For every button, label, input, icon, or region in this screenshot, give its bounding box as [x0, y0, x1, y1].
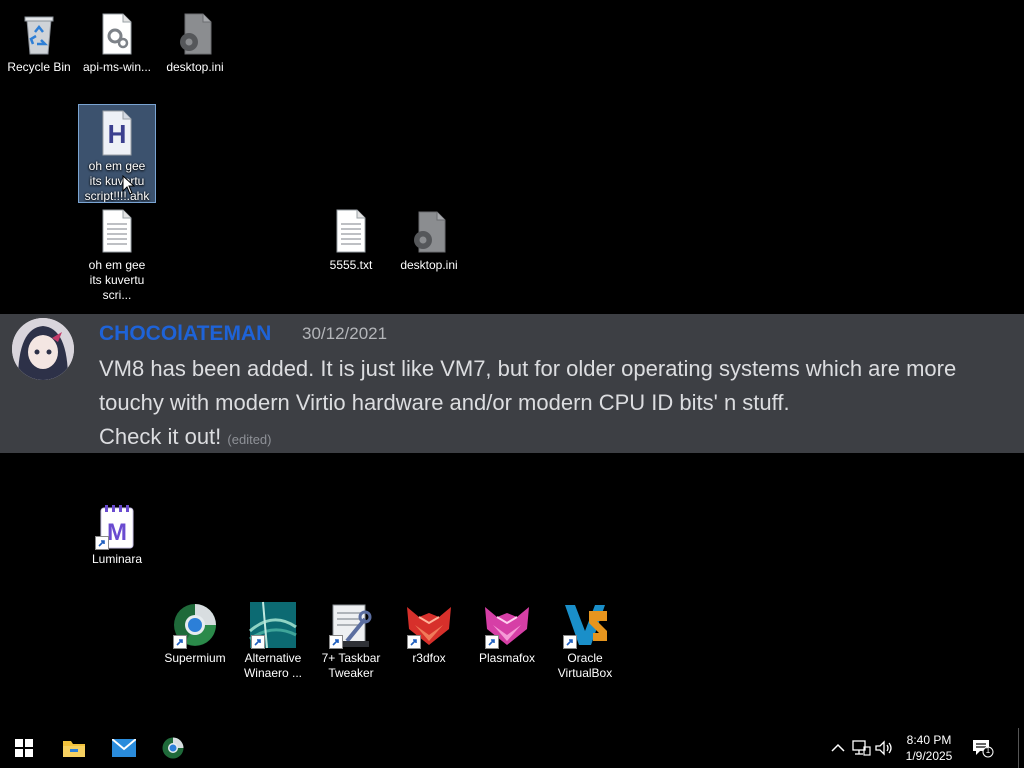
desktop-icon-r3dfox[interactable]: r3dfox [391, 597, 467, 666]
luminara-app-icon: M [93, 502, 141, 550]
edited-tag: (edited) [227, 432, 272, 447]
shortcut-arrow-icon [485, 635, 499, 649]
plasmafox-browser-icon [483, 601, 531, 649]
desktop-icon-5555-txt[interactable]: 5555.txt [313, 204, 389, 273]
desktop-icon-desktop-ini-1[interactable]: desktop.ini [157, 6, 233, 75]
desktop-ini-label: desktop.ini [166, 60, 224, 74]
action-center-button[interactable]: 1 [972, 738, 994, 758]
7-taskbar-tweaker-label: 7+ Taskbar Tweaker [321, 651, 381, 680]
svg-text:H: H [108, 119, 127, 149]
recycle-bin-label: Recycle Bin [7, 60, 71, 74]
message-body: VM8 has been added. It is just like VM7,… [99, 352, 1011, 457]
avatar [12, 318, 74, 380]
taskbar: 8:40 PM 1/9/2025 1 [0, 728, 1024, 768]
autohotkey-file-icon: H [93, 109, 141, 157]
desktop-ini-label: desktop.ini [400, 258, 458, 272]
shortcut-arrow-icon [173, 635, 187, 649]
shortcut-arrow-icon [95, 536, 109, 550]
system-file-icon [93, 10, 141, 58]
taskbar-tweaker-icon [327, 601, 375, 649]
volume-icon[interactable] [874, 738, 894, 758]
desktop-icon-api-ms-win[interactable]: api-ms-win... [79, 6, 155, 75]
ahk-script-label: oh em gee its kuvertu script!!!!.ahk [84, 159, 150, 203]
plasmafox-label: Plasmafox [478, 651, 536, 665]
shortcut-arrow-icon [251, 635, 265, 649]
winaero-app-icon [249, 601, 297, 649]
notification-count-badge: 1 [985, 746, 991, 755]
oracle-virtualbox-label: Oracle VirtualBox [557, 651, 613, 680]
desktop-icon-desktop-ini-2[interactable]: desktop.ini [391, 204, 467, 273]
desktop-icon-recycle-bin[interactable]: Recycle Bin [1, 6, 77, 75]
desktop-icon-luminara[interactable]: M Luminara [79, 498, 155, 567]
message-username[interactable]: CHOCOlATEMAN [99, 322, 271, 346]
desktop-icon-oracle-virtualbox[interactable]: Oracle VirtualBox [547, 597, 623, 681]
message-line-3: Check it out! (edited) [99, 420, 1011, 457]
taskbar-file-explorer-button[interactable] [50, 728, 98, 768]
taskbar-supermium-button[interactable] [149, 728, 197, 768]
desktop-icon-text-file[interactable]: oh em gee its kuvertu scri... [79, 204, 155, 303]
recycle-bin-icon [15, 10, 63, 58]
shortcut-arrow-icon [563, 635, 577, 649]
desktop-icon-alternative-winaero[interactable]: Alternative Winaero ... [235, 597, 311, 681]
show-hidden-icons-chevron-icon[interactable] [828, 738, 848, 758]
r3dfox-label: r3dfox [412, 651, 446, 665]
r3dfox-browser-icon [405, 601, 453, 649]
luminara-label: Luminara [91, 552, 143, 566]
desktop[interactable]: Recycle Bin api-ms-win... desktop.ini H … [0, 0, 1024, 728]
desktop-icon-plasmafox[interactable]: Plasmafox [469, 597, 545, 666]
text-file-label: oh em gee its kuvertu scri... [88, 258, 146, 302]
windows-logo-icon [15, 739, 33, 757]
supermium-label: Supermium [164, 651, 226, 665]
taskbar-clock[interactable]: 8:40 PM 1/9/2025 [896, 732, 962, 764]
alternative-winaero-label: Alternative Winaero ... [243, 651, 303, 680]
message-timestamp: 30/12/2021 [302, 324, 388, 343]
network-icon[interactable] [851, 738, 871, 758]
clock-date: 1/9/2025 [905, 749, 953, 763]
desktop-icon-7-taskbar-tweaker[interactable]: 7+ Taskbar Tweaker [313, 597, 389, 681]
mouse-cursor-icon [122, 174, 136, 200]
chat-message-banner: CHOCOlATEMAN 30/12/2021 VM8 has been add… [0, 314, 1024, 453]
folder-icon [63, 741, 85, 757]
text-file-icon [327, 208, 375, 256]
supermium-browser-icon [171, 601, 219, 649]
desktop-icon-ahk-script[interactable]: H oh em gee its kuvertu script!!!!.ahk [78, 104, 156, 203]
virtualbox-app-icon [561, 601, 609, 649]
shortcut-arrow-icon [407, 635, 421, 649]
clock-time: 8:40 PM [906, 733, 952, 747]
desktop-icon-supermium[interactable]: Supermium [157, 597, 233, 666]
start-button[interactable] [0, 728, 48, 768]
mail-icon [112, 739, 136, 757]
5555-txt-label: 5555.txt [329, 258, 373, 272]
settings-file-icon [405, 208, 453, 256]
shortcut-arrow-icon [329, 635, 343, 649]
api-ms-win-label: api-ms-win... [82, 60, 151, 74]
svg-text:M: M [107, 519, 127, 546]
supermium-browser-icon [162, 737, 184, 759]
show-desktop-button[interactable] [1018, 728, 1024, 768]
message-line-3-text: Check it out! [99, 424, 222, 449]
taskbar-mail-button[interactable] [100, 728, 148, 768]
settings-file-icon [171, 10, 219, 58]
text-file-icon [93, 208, 141, 256]
message-line-2: touchy with modern Virtio hardware and/o… [99, 390, 790, 415]
message-line-1: VM8 has been added. It is just like VM7,… [99, 356, 957, 381]
